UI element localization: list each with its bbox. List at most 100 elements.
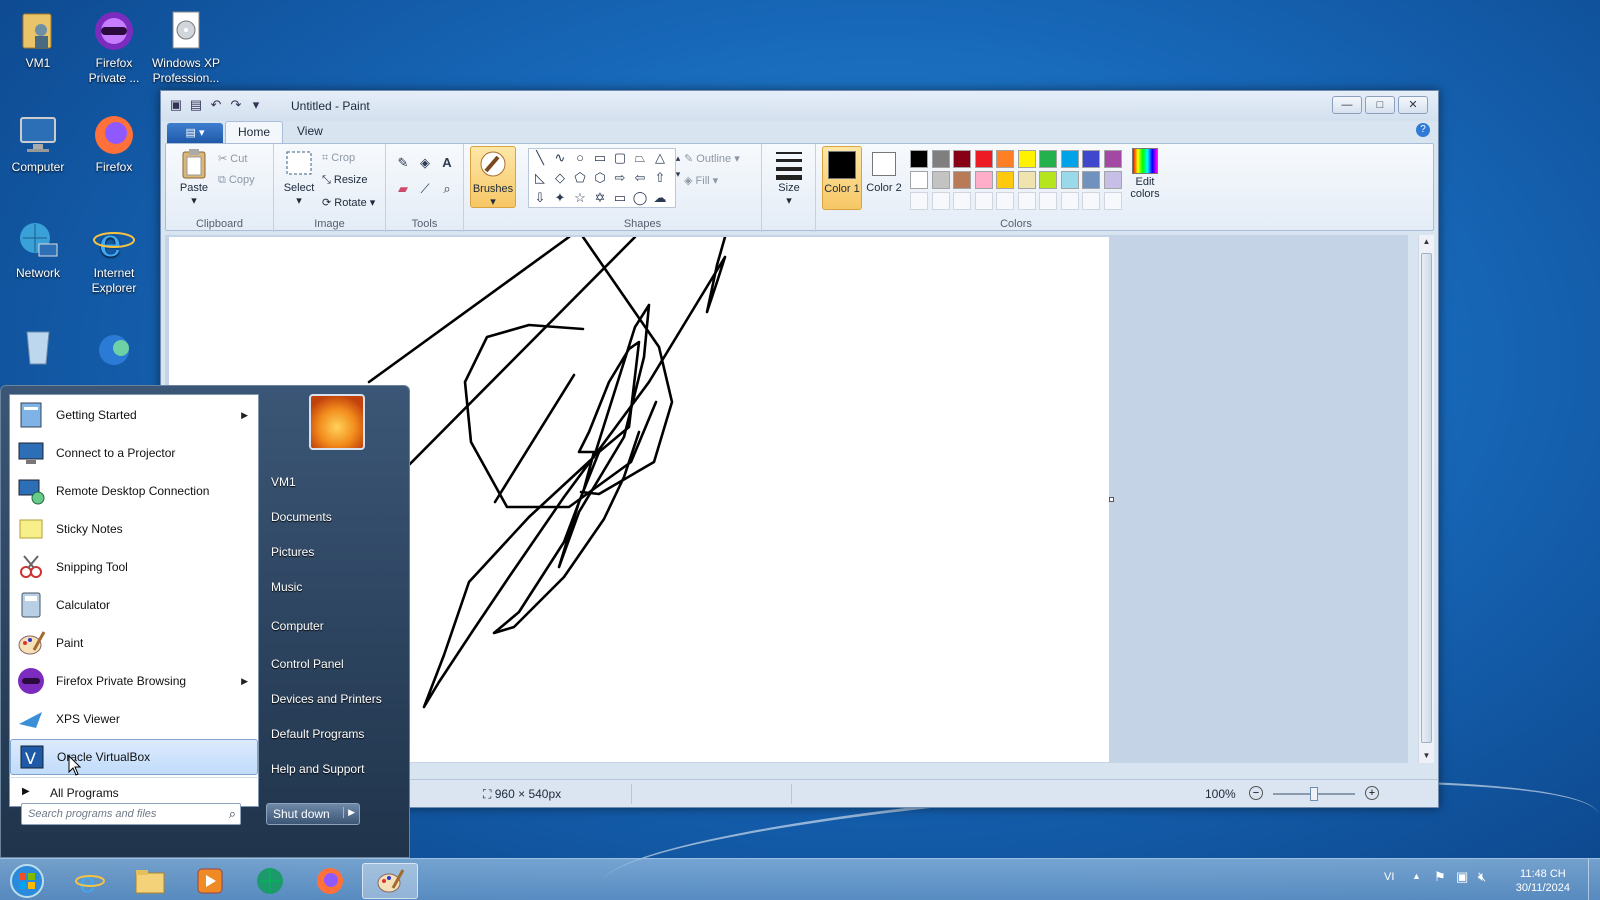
zoom-in-icon[interactable]: +: [1365, 786, 1379, 800]
custom-color-slot[interactable]: [1103, 192, 1122, 210]
color-swatch[interactable]: [974, 171, 993, 189]
system-clock[interactable]: 11:48 CH 30/11/2024: [1516, 867, 1570, 895]
zoom-slider-thumb[interactable]: [1310, 787, 1318, 801]
zoom-slider[interactable]: [1273, 787, 1355, 801]
desktop-icon-edge[interactable]: [76, 322, 152, 370]
zoom-out-icon[interactable]: −: [1249, 786, 1263, 800]
color-swatch[interactable]: [1103, 171, 1122, 189]
color-swatch[interactable]: [996, 171, 1014, 189]
color-swatch[interactable]: [1060, 171, 1079, 189]
undo-icon[interactable]: ↶: [209, 98, 223, 112]
taskbar-explorer[interactable]: [122, 863, 178, 899]
copy-button[interactable]: ⧉ Copy: [218, 174, 255, 187]
paint-menu-button[interactable]: ▤ ▾: [167, 123, 223, 143]
text-icon[interactable]: A: [438, 154, 456, 172]
network-tray-icon[interactable]: ▣: [1456, 869, 1468, 885]
color-swatch[interactable]: [1039, 171, 1057, 189]
save-icon[interactable]: ▤: [189, 98, 203, 112]
start-right-default-programs[interactable]: Default Programs: [271, 727, 364, 741]
eraser-icon[interactable]: ▰: [394, 180, 412, 198]
custom-color-slot[interactable]: [974, 192, 993, 210]
start-item-paint[interactable]: Paint: [10, 625, 258, 661]
flag-icon[interactable]: ⚑: [1434, 869, 1446, 885]
color-swatch[interactable]: [931, 150, 950, 168]
tab-view[interactable]: View: [285, 121, 335, 143]
custom-color-slot[interactable]: [996, 192, 1014, 210]
up-arrow-shape-icon[interactable]: ⇧: [652, 170, 668, 186]
color1-button[interactable]: Color 1: [822, 146, 862, 210]
fill-button[interactable]: ◈ Fill ▾: [684, 174, 718, 187]
start-item-calculator[interactable]: Calculator: [10, 587, 258, 623]
color-swatch[interactable]: [931, 171, 950, 189]
taskbar-network-app[interactable]: [242, 863, 298, 899]
down-arrow-shape-icon[interactable]: ⇩: [532, 190, 548, 206]
curve-shape-icon[interactable]: ∿: [552, 150, 568, 166]
start-item-xps-viewer[interactable]: XPS Viewer: [10, 701, 258, 737]
shutdown-button[interactable]: Shut down ▶: [266, 803, 360, 825]
color-swatch[interactable]: [1039, 150, 1057, 168]
edit-colors-button[interactable]: Edit colors: [1122, 148, 1168, 200]
pentagon-shape-icon[interactable]: ⬠: [572, 170, 588, 186]
desktop-icon-vm1[interactable]: VM1: [0, 8, 76, 71]
desktop-icon-firefox-private[interactable]: Firefox Private ...: [76, 8, 152, 86]
desktop-icon-computer[interactable]: Computer: [0, 112, 76, 175]
left-arrow-shape-icon[interactable]: ⇦: [632, 170, 648, 186]
vertical-scrollbar[interactable]: ▲ ▼: [1418, 235, 1434, 763]
color-swatch[interactable]: [1103, 150, 1122, 168]
triangle-shape-icon[interactable]: △: [652, 150, 668, 166]
start-right-control-panel[interactable]: Control Panel: [271, 657, 344, 671]
color-swatch[interactable]: [910, 150, 928, 168]
custom-color-slot[interactable]: [910, 192, 928, 210]
oval-shape-icon[interactable]: ○: [572, 150, 588, 166]
size-button[interactable]: Size ▾: [768, 148, 810, 207]
taskbar-media-player[interactable]: [182, 863, 238, 899]
custom-color-slot[interactable]: [1060, 192, 1079, 210]
desktop-icon-firefox[interactable]: Firefox: [76, 112, 152, 175]
start-right-documents[interactable]: Documents: [271, 510, 332, 524]
start-item-firefox-private[interactable]: Firefox Private Browsing ▶: [10, 663, 258, 699]
magnifier-icon[interactable]: ⌕: [438, 180, 456, 198]
color-swatch[interactable]: [1017, 150, 1036, 168]
close-button[interactable]: ✕: [1398, 96, 1428, 114]
show-desktop-button[interactable]: [1588, 859, 1600, 900]
custom-color-slot[interactable]: [1017, 192, 1036, 210]
resize-button[interactable]: ⤡ Resize: [322, 174, 368, 187]
start-item-snipping-tool[interactable]: Snipping Tool: [10, 549, 258, 585]
taskbar-firefox[interactable]: [302, 863, 358, 899]
start-item-virtualbox[interactable]: V Oracle VirtualBox: [10, 739, 258, 775]
desktop-icon-network[interactable]: Network: [0, 218, 76, 281]
diamond-shape-icon[interactable]: ◇: [552, 170, 568, 186]
search-icon[interactable]: ⌕: [229, 806, 236, 822]
start-right-pictures[interactable]: Pictures: [271, 545, 314, 559]
crop-button[interactable]: ⌗ Crop: [322, 152, 355, 165]
scroll-up-icon[interactable]: ▲: [1419, 235, 1434, 249]
color-swatch[interactable]: [1082, 171, 1100, 189]
canvas-resize-handle[interactable]: [1109, 497, 1114, 502]
shutdown-options-icon[interactable]: ▶: [343, 807, 355, 818]
tab-home[interactable]: Home: [225, 121, 284, 143]
color-swatch[interactable]: [953, 150, 971, 168]
polygon-shape-icon[interactable]: ⏢: [632, 150, 648, 166]
color2-button[interactable]: Color 2: [864, 146, 904, 210]
right-arrow-shape-icon[interactable]: ⇨: [612, 170, 628, 186]
desktop-icon-ie[interactable]: e Internet Explorer: [76, 218, 152, 296]
color-swatch[interactable]: [1017, 171, 1036, 189]
cut-button[interactable]: ✂ Cut: [218, 152, 247, 165]
scroll-thumb[interactable]: [1421, 253, 1432, 743]
color-picker-icon[interactable]: ⟋: [416, 180, 434, 198]
custom-color-slot[interactable]: [953, 192, 971, 210]
title-bar[interactable]: ▣ ▤ ↶ ↷ ▾ Untitled - Paint — □ ✕: [161, 91, 1438, 121]
custom-color-slot[interactable]: [1039, 192, 1057, 210]
select-button[interactable]: Select ▾: [278, 148, 320, 207]
start-right-vm1[interactable]: VM1: [271, 475, 296, 489]
rectangle-shape-icon[interactable]: ▭: [592, 150, 608, 166]
taskbar-ie[interactable]: e: [62, 863, 118, 899]
help-icon[interactable]: ?: [1416, 123, 1430, 137]
avatar[interactable]: [309, 394, 365, 450]
volume-muted-icon[interactable]: 🔇︎: [1478, 869, 1486, 885]
start-item-projector[interactable]: Connect to a Projector: [10, 435, 258, 471]
desktop-icon-winxp[interactable]: Windows XP Profession...: [148, 8, 224, 86]
callout-cloud-shape-icon[interactable]: ☁: [652, 190, 668, 206]
rounded-rect-shape-icon[interactable]: ▢: [612, 150, 628, 166]
start-right-help-support[interactable]: Help and Support: [271, 762, 364, 776]
